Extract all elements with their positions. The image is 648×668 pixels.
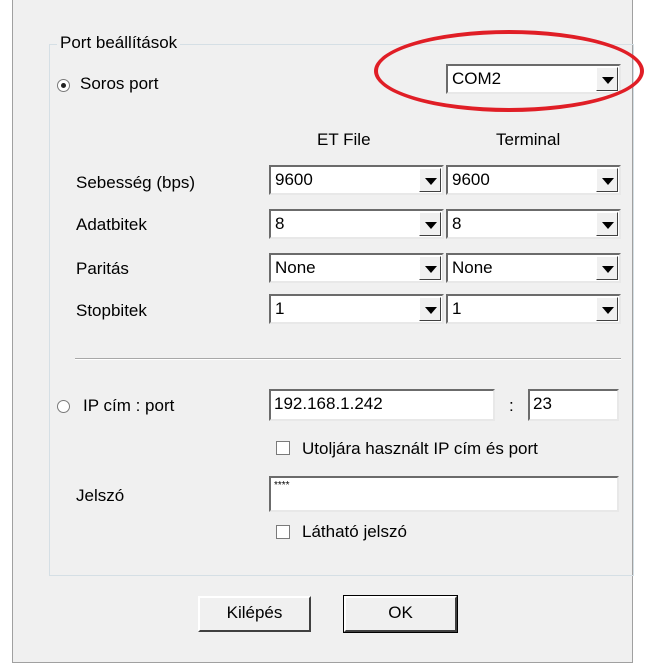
ip-port-radio[interactable] bbox=[57, 400, 70, 413]
speed-terminal-select[interactable]: 9600 bbox=[446, 165, 621, 195]
parity-etfile-value: None bbox=[275, 258, 316, 277]
password-value: **** bbox=[274, 480, 290, 491]
chevron-down-icon[interactable] bbox=[419, 256, 441, 280]
ip-port-colon: : bbox=[509, 396, 514, 415]
ok-button[interactable]: OK bbox=[343, 595, 458, 633]
chevron-down-icon[interactable] bbox=[596, 212, 618, 236]
speed-terminal-value: 9600 bbox=[452, 170, 490, 189]
serial-port-radio[interactable] bbox=[57, 79, 70, 92]
terminal-column-header: Terminal bbox=[496, 130, 561, 149]
stopbits-terminal-select[interactable]: 1 bbox=[446, 294, 621, 324]
stopbits-label: Stopbitek bbox=[76, 301, 147, 320]
stopbits-etfile-select[interactable]: 1 bbox=[269, 294, 444, 324]
serial-port-label[interactable]: Soros port bbox=[80, 72, 158, 96]
chevron-down-icon[interactable] bbox=[596, 297, 618, 321]
parity-etfile-select[interactable]: None bbox=[269, 253, 444, 283]
etfile-column-header: ET File bbox=[317, 130, 371, 149]
section-divider bbox=[75, 358, 621, 360]
speed-etfile-select[interactable]: 9600 bbox=[269, 165, 444, 195]
chevron-down-icon[interactable] bbox=[419, 212, 441, 236]
show-password-label[interactable]: Látható jelszó bbox=[302, 520, 407, 544]
show-password-checkbox[interactable] bbox=[276, 525, 290, 539]
chevron-down-icon[interactable] bbox=[596, 168, 618, 192]
stopbits-terminal-value: 1 bbox=[452, 299, 462, 318]
password-label: Jelszó bbox=[76, 486, 125, 505]
remember-ip-label[interactable]: Utoljára használt IP cím és port bbox=[302, 437, 538, 461]
ip-port-label[interactable]: IP cím : port bbox=[83, 394, 174, 418]
parity-label: Paritás bbox=[76, 259, 129, 278]
chevron-down-icon[interactable] bbox=[419, 297, 441, 321]
ip-port-value: 23 bbox=[533, 394, 552, 413]
ip-port-input[interactable]: 23 bbox=[528, 389, 619, 421]
databits-terminal-select[interactable]: 8 bbox=[446, 209, 621, 239]
ip-address-value: 192.168.1.242 bbox=[274, 394, 383, 413]
password-input[interactable]: **** bbox=[269, 476, 619, 512]
stopbits-etfile-value: 1 bbox=[275, 299, 285, 318]
chevron-down-icon[interactable] bbox=[419, 168, 441, 192]
parity-terminal-value: None bbox=[452, 258, 493, 277]
exit-button[interactable]: Kilépés bbox=[198, 596, 311, 632]
chevron-down-icon[interactable] bbox=[596, 256, 618, 280]
speed-etfile-value: 9600 bbox=[275, 170, 313, 189]
speed-label: Sebesség (bps) bbox=[76, 173, 196, 192]
ip-address-input[interactable]: 192.168.1.242 bbox=[269, 389, 495, 421]
remember-ip-checkbox[interactable] bbox=[276, 441, 290, 455]
databits-etfile-value: 8 bbox=[275, 214, 285, 233]
databits-label: Adatbitek bbox=[76, 215, 147, 234]
databits-etfile-select[interactable]: 8 bbox=[269, 209, 444, 239]
group-title: Port beállítások bbox=[57, 30, 181, 56]
databits-terminal-value: 8 bbox=[452, 214, 462, 233]
parity-terminal-select[interactable]: None bbox=[446, 253, 621, 283]
red-annotation-ellipse bbox=[374, 30, 644, 112]
